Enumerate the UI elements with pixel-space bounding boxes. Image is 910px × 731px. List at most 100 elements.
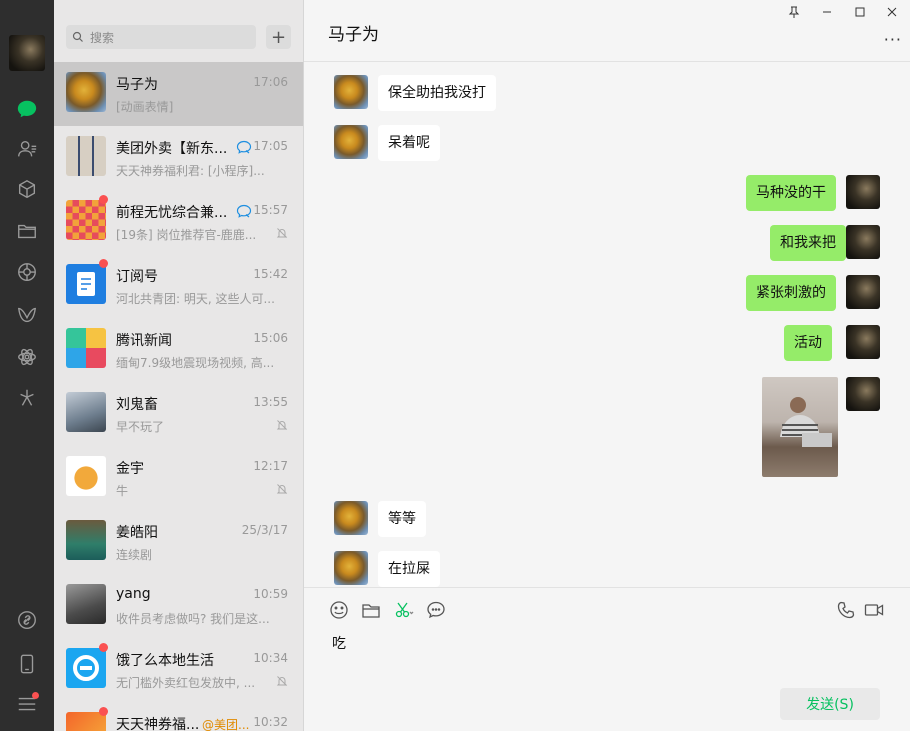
chat-preview: 牛 — [116, 484, 129, 498]
chat-preview: 早不玩了 — [116, 420, 165, 434]
chat-list-item[interactable]: 天天神券福... @美团... 10:32 — [54, 702, 303, 731]
outgoing-message[interactable]: 马种没的干 — [746, 175, 836, 211]
chat-list-panel: 搜索 + 马子为 17:06 [动画表情] 美团外卖【新东... 17:05 天天神券福利… — [54, 0, 304, 731]
chat-time: 12:17 — [253, 459, 288, 473]
chat-name: 前程无忧综合兼... — [116, 205, 228, 221]
mini-program-icon — [236, 204, 252, 218]
contact-avatar[interactable] — [334, 75, 368, 109]
my-avatar[interactable] — [846, 225, 880, 259]
chat-preview: 收件员考虑做吗? 我们是这... — [116, 612, 270, 626]
video-call-icon[interactable] — [864, 600, 884, 620]
chat-name: 刘鬼畜 — [116, 397, 158, 413]
my-avatar[interactable] — [846, 175, 880, 209]
my-avatar[interactable] — [846, 325, 880, 359]
favorites-icon[interactable] — [15, 178, 39, 202]
chat-preview: 河北共青团: 明天, 这些人可... — [116, 292, 275, 306]
chat-list-item[interactable]: 金宇 12:17 牛 — [54, 446, 303, 510]
my-avatar[interactable] — [846, 377, 880, 411]
chat-list-item[interactable]: 前程无忧综合兼... 15:57 [19条] 岗位推荐官-鹿鹿... — [54, 190, 303, 254]
chat-list-item[interactable]: 订阅号 15:42 河北共青团: 明天, 这些人可... — [54, 254, 303, 318]
search-feature-icon[interactable] — [15, 386, 39, 410]
phone-device-icon[interactable] — [15, 652, 39, 676]
outgoing-message[interactable]: 活动 — [784, 325, 832, 361]
chat-title: 马子为 — [328, 25, 379, 45]
muted-bell-icon — [276, 483, 288, 495]
chat-time: 15:57 — [253, 203, 288, 217]
unread-badge — [99, 259, 108, 268]
screenshot-icon[interactable] — [394, 600, 414, 620]
chat-list-item[interactable]: 马子为 17:06 [动画表情] — [54, 62, 303, 126]
avatar — [66, 520, 106, 560]
contact-avatar[interactable] — [334, 501, 368, 535]
chat-list-item[interactable]: yang 10:59 收件员考虑做吗? 我们是这... — [54, 574, 303, 638]
channels-icon[interactable] — [15, 303, 39, 327]
search-placeholder: 搜索 — [90, 30, 115, 45]
chat-time: 13:55 — [253, 395, 288, 409]
unread-badge — [99, 195, 108, 204]
chat-name: 饿了么本地生活 — [116, 653, 214, 669]
emoji-icon[interactable] — [329, 600, 349, 620]
incoming-message[interactable]: 呆着呢 — [378, 125, 440, 161]
chat-name: 订阅号 — [116, 269, 158, 285]
pin-icon[interactable] — [786, 4, 802, 20]
menu-icon[interactable] — [15, 692, 39, 716]
more-options-button[interactable]: ··· — [884, 30, 902, 49]
avatar — [66, 392, 106, 432]
chat-preview: [19条] 岗位推荐官-鹿鹿... — [116, 228, 257, 242]
mini-programs-icon[interactable] — [15, 345, 39, 369]
avatar — [66, 648, 106, 688]
muted-bell-icon — [276, 675, 288, 687]
incoming-message[interactable]: 等等 — [378, 501, 426, 537]
incoming-message[interactable]: 在拉屎 — [378, 551, 440, 587]
unread-badge — [99, 707, 108, 716]
outgoing-message[interactable]: 紧张刺激的 — [746, 275, 836, 311]
chat-preview: 缅甸7.9级地震现场视频, 高... — [116, 356, 275, 370]
message-image[interactable] — [762, 377, 838, 477]
chat-list-item[interactable]: 刘鬼畜 13:55 早不玩了 — [54, 382, 303, 446]
contacts-icon[interactable] — [15, 137, 39, 161]
chat-name: 腾讯新闻 — [116, 333, 172, 349]
avatar — [66, 200, 106, 240]
maximize-button[interactable] — [852, 4, 868, 20]
minimize-button[interactable] — [819, 4, 835, 20]
muted-bell-icon — [276, 227, 288, 239]
menu-notification-dot — [32, 692, 39, 699]
chat-name: 姜皓阳 — [116, 525, 158, 541]
contact-avatar[interactable] — [334, 125, 368, 159]
chat-list-item[interactable]: 腾讯新闻 15:06 缅甸7.9级地震现场视频, 高... — [54, 318, 303, 382]
message-input[interactable]: 吃 — [332, 633, 346, 653]
add-button[interactable]: + — [266, 25, 291, 49]
my-avatar[interactable] — [9, 35, 45, 71]
chat-header: 马子为 ··· — [304, 0, 910, 62]
voice-call-icon[interactable] — [836, 600, 856, 620]
chat-name: 天天神券福... — [116, 717, 200, 731]
chat-history-icon[interactable] — [426, 600, 446, 620]
muted-bell-icon — [276, 419, 288, 431]
unread-badge — [99, 643, 108, 652]
outgoing-message[interactable]: 和我来把 — [770, 225, 846, 261]
send-button[interactable]: 发送(S) — [780, 688, 880, 720]
chat-preview: 天天神券福利君: [小程序]... — [116, 164, 265, 178]
close-button[interactable] — [884, 4, 900, 20]
chat-list-item[interactable]: 饿了么本地生活 10:34 无门槛外卖红包发放中, ... — [54, 638, 303, 702]
left-nav — [0, 0, 54, 731]
incoming-message[interactable]: 保全助拍我没打 — [378, 75, 496, 111]
mini-program-icon — [236, 140, 252, 154]
chat-icon[interactable] — [15, 97, 39, 121]
chat-time: 17:05 — [253, 139, 288, 153]
chat-list-item[interactable]: 姜皓阳 25/3/17 连续剧 — [54, 510, 303, 574]
folder-icon[interactable] — [15, 219, 39, 243]
avatar — [66, 456, 106, 496]
my-avatar[interactable] — [846, 275, 880, 309]
search-input[interactable]: 搜索 — [66, 25, 256, 49]
chat-time: 15:06 — [253, 331, 288, 345]
moments-icon[interactable] — [15, 260, 39, 284]
avatar — [66, 264, 106, 304]
contact-avatar[interactable] — [334, 551, 368, 585]
avatar — [66, 136, 106, 176]
chat-time: 10:32 — [253, 715, 288, 729]
link-icon[interactable] — [15, 608, 39, 632]
chat-name: 马子为 — [116, 77, 158, 93]
chat-list-item[interactable]: 美团外卖【新东... 17:05 天天神券福利君: [小程序]... — [54, 126, 303, 190]
file-icon[interactable] — [361, 600, 381, 620]
